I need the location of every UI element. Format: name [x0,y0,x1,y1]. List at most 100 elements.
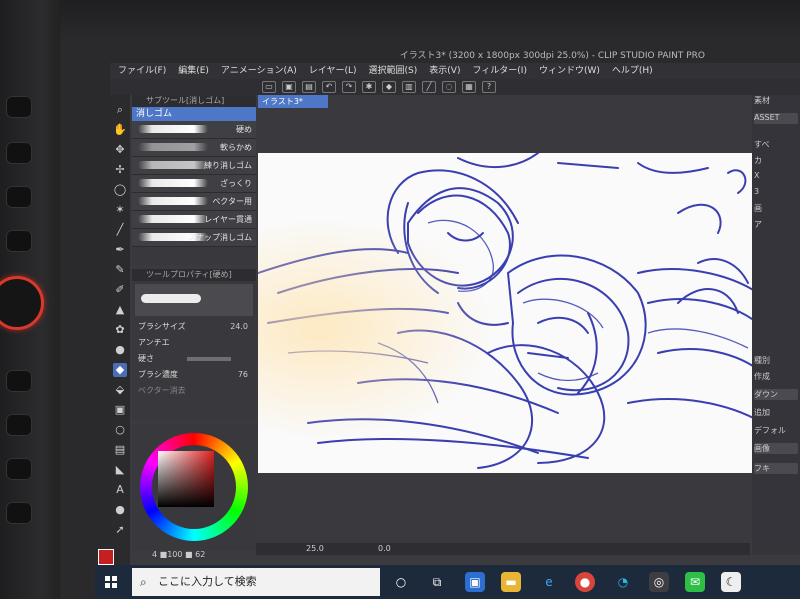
menu-help[interactable]: ヘルプ(H) [612,63,653,79]
operation-tool-icon[interactable]: ✥ [113,143,127,157]
download-filter[interactable]: ダウン [754,389,798,400]
menu-file[interactable]: ファイル(F) [118,63,166,79]
pencil-tool-icon[interactable]: ✎ [113,263,127,277]
density-value[interactable]: 76 [238,367,248,383]
windows-start-icon[interactable] [105,576,117,588]
zoom-value[interactable]: 25.0 [306,544,324,553]
express-key-4[interactable] [6,230,32,252]
vector-erase-row[interactable]: ベクター消去 [132,383,256,399]
express-key-1[interactable] [6,96,32,118]
main-color-swatch[interactable] [98,549,114,565]
snap-grid-icon[interactable]: ▦ [462,81,476,93]
zoom-tool-icon[interactable]: ⌕ [113,103,127,117]
taskbar-search[interactable]: ⌕ ここに入力して検索 [132,568,380,596]
clear-icon[interactable]: ✱ [362,81,376,93]
saturation-value-square[interactable] [158,451,214,507]
fill-icon[interactable]: ◆ [382,81,396,93]
material-tree-item[interactable]: X [754,171,798,182]
eraser-tool-icon[interactable]: ◆ [113,363,127,377]
clip-studio-icon[interactable]: ◎ [649,572,669,592]
brush-item[interactable]: 練り消しゴム [132,157,256,175]
new-file-icon[interactable]: ▭ [262,81,276,93]
created-filter[interactable]: 作成 [754,371,798,382]
decoration-icon[interactable]: ✿ [113,323,127,337]
redo-icon[interactable]: ↷ [342,81,356,93]
material-tree-item[interactable]: 3 [754,187,798,198]
brush-item[interactable]: ベクター用 [132,193,256,211]
rotation-value[interactable]: 0.0 [378,544,391,553]
save-icon[interactable]: ▤ [302,81,316,93]
express-key-6[interactable] [6,414,32,436]
lasso-tool-icon[interactable]: ◯ [113,183,127,197]
magic-wand-icon[interactable]: ✶ [113,203,127,217]
gradient-icon[interactable]: ▣ [113,403,127,417]
brush-item[interactable]: スナップ消しゴム [132,229,256,247]
material-tab[interactable]: 素材 [754,95,798,106]
canvas-tab[interactable]: イラスト3* [258,95,328,108]
menu-layer[interactable]: レイヤー(L) [309,63,357,79]
brush-item[interactable]: レイヤー貫通 [132,211,256,229]
express-key-5[interactable] [6,370,32,392]
express-key-2[interactable] [6,142,32,164]
menu-filter[interactable]: フィルター(I) [472,63,527,79]
tool-property-tab[interactable]: ツールプロパティ[硬め] [132,269,256,281]
brush-size-value[interactable]: 24.0 [230,319,248,335]
line-icon[interactable]: ✉ [685,572,705,592]
brush-tool-icon[interactable]: ✐ [113,283,127,297]
transform-icon[interactable]: ▥ [402,81,416,93]
store-icon[interactable]: ▣ [465,572,485,592]
ie-icon[interactable]: e [539,572,559,592]
open-file-icon[interactable]: ▣ [282,81,296,93]
text-tool-icon[interactable]: A [113,483,127,497]
explorer-icon[interactable]: ▬ [501,572,521,592]
menu-view[interactable]: 表示(V) [429,63,460,79]
edge-icon[interactable]: ◔ [613,572,633,592]
material-all[interactable]: すべ [754,139,798,150]
correct-line-icon[interactable]: ➚ [113,523,127,537]
chrome-icon[interactable]: ● [575,572,595,592]
figure-tool-icon[interactable]: ○ [113,423,127,437]
added-filter[interactable]: 追加 [754,407,798,418]
hand-tool-icon[interactable]: ✋ [113,123,127,137]
brush-size-row[interactable]: ブラシサイズ 24.0 [132,319,256,335]
material-tree-item[interactable]: 画 [754,203,798,214]
airbrush-icon[interactable]: ▲ [113,303,127,317]
material-tree-item[interactable]: カ [754,155,798,166]
balloon-tool-icon[interactable]: ● [113,503,127,517]
menu-selection[interactable]: 選択範囲(S) [369,63,418,79]
express-key-7[interactable] [6,458,32,480]
image-filter[interactable]: 画像 [754,443,798,454]
material-tree-item[interactable]: ア [754,219,798,230]
hardness-slider[interactable] [187,357,231,361]
balloon-filter[interactable]: フキ [754,463,798,474]
brush-item[interactable]: 軟らかめ [132,139,256,157]
asset-tab[interactable]: ASSET [754,113,798,124]
cortana-icon[interactable]: ○ [391,572,411,592]
brush-item[interactable]: 硬め [132,121,256,139]
snap-ruler-icon[interactable]: ╱ [422,81,436,93]
express-key-3[interactable] [6,186,32,208]
brush-item[interactable]: ざっくり [132,175,256,193]
clip-paint-icon[interactable]: ☾ [721,572,741,592]
eyedropper-icon[interactable]: ╱ [113,223,127,237]
default-filter[interactable]: デフォル [754,425,798,436]
dial-ring[interactable] [0,276,44,330]
frame-tool-icon[interactable]: ▤ [113,443,127,457]
move-tool-icon[interactable]: ✢ [113,163,127,177]
menu-window[interactable]: ウィンドウ(W) [539,63,600,79]
antialias-row[interactable]: アンチエ [132,335,256,351]
express-key-8[interactable] [6,502,32,524]
hardness-row[interactable]: 硬さ [132,351,256,367]
subtool-tab[interactable]: サブツール[消しゴム] [132,95,256,107]
density-row[interactable]: ブラシ濃度 76 [132,367,256,383]
ruler-tool-icon[interactable]: ◣ [113,463,127,477]
task-view-icon[interactable]: ⧉ [427,572,447,592]
help-icon[interactable]: ? [482,81,496,93]
fill-tool-icon[interactable]: ⬙ [113,383,127,397]
menu-edit[interactable]: 編集(E) [178,63,209,79]
canvas-paper[interactable] [258,153,766,473]
blend-icon[interactable]: ● [113,343,127,357]
undo-icon[interactable]: ↶ [322,81,336,93]
menu-animation[interactable]: アニメーション(A) [221,63,297,79]
snap-special-icon[interactable]: ◌ [442,81,456,93]
